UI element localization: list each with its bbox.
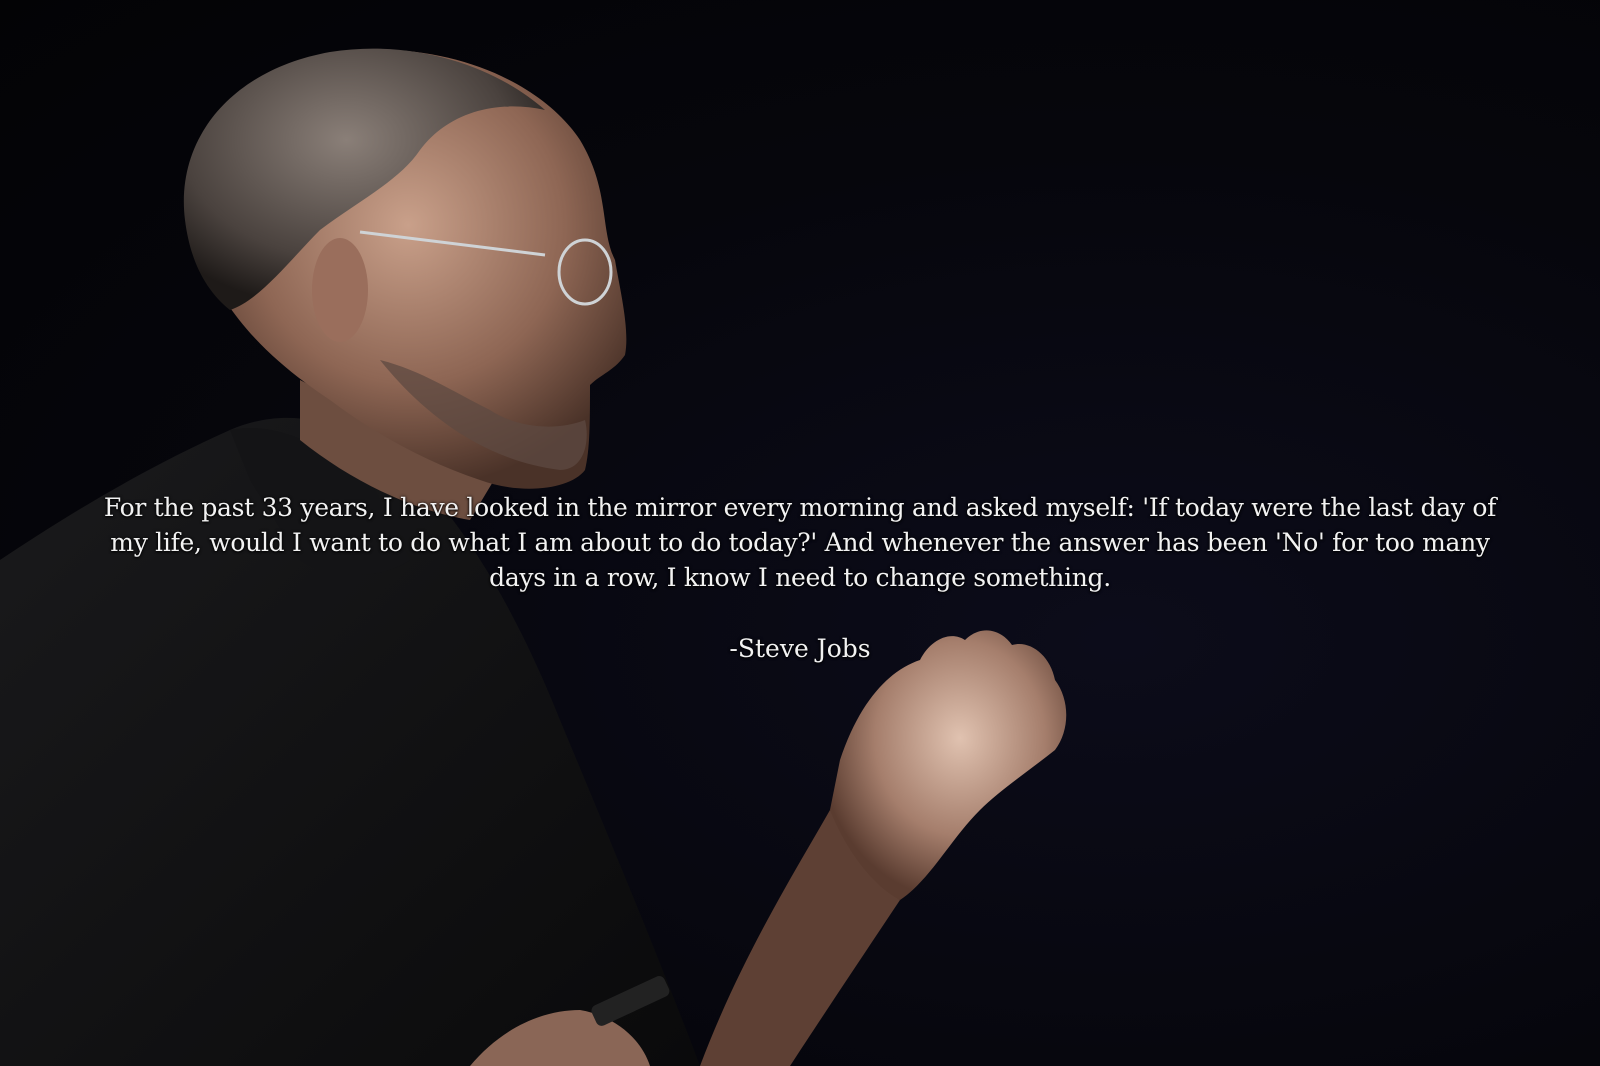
quote-block: For the past 33 years, I have looked in … xyxy=(80,490,1520,666)
quote-poster: For the past 33 years, I have looked in … xyxy=(0,0,1600,1066)
quote-attribution: -Steve Jobs xyxy=(729,634,871,663)
quote-text: For the past 33 years, I have looked in … xyxy=(103,493,1497,592)
ear-shape xyxy=(312,238,368,342)
hand-shape xyxy=(830,630,1067,900)
